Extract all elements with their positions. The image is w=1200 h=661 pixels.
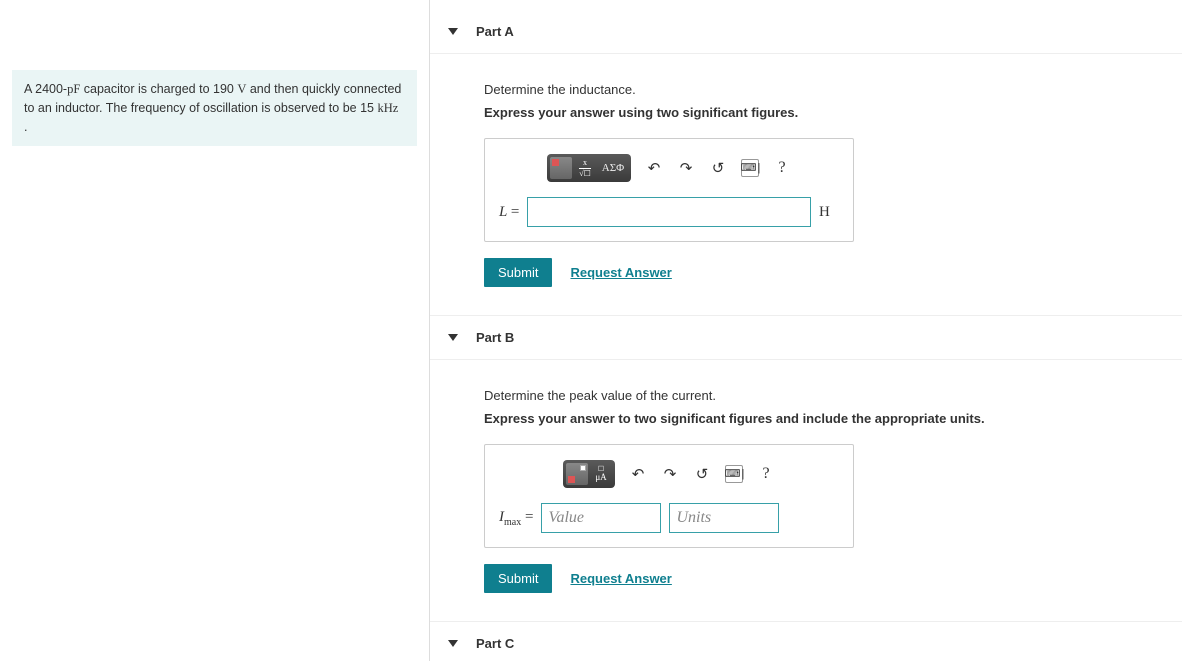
undo-icon[interactable]: ↶: [629, 465, 647, 483]
problem-text: A 2400-: [24, 82, 67, 96]
problem-statement-column: A 2400-pF capacitor is charged to 190 V …: [0, 0, 430, 661]
part-a-input-row: L = H: [499, 197, 839, 227]
part-a-header[interactable]: Part A: [430, 10, 1182, 54]
part-b-body: Determine the peak value of the current.…: [430, 360, 1182, 622]
units-button[interactable]: ☐μA: [589, 462, 613, 486]
redo-icon[interactable]: ↷: [661, 465, 679, 483]
part-b-toolbar: ☐μA ↶ ↷ ↺ ⌨ | ?: [499, 459, 839, 489]
reset-icon[interactable]: ↺: [709, 159, 727, 177]
part-a-toolbar: x√☐ ΑΣΦ ↶ ↷ ↺ ⌨ | ?: [499, 153, 839, 183]
part-a-answer-box: x√☐ ΑΣΦ ↶ ↷ ↺ ⌨ | ? L = H: [484, 138, 854, 242]
variable-label-l: L =: [499, 204, 519, 221]
problem-text: .: [24, 120, 27, 134]
template-button[interactable]: [549, 156, 573, 180]
part-a-body: Determine the inductance. Express your a…: [430, 54, 1182, 316]
submit-button[interactable]: Submit: [484, 258, 552, 287]
keyboard-icon[interactable]: ⌨ |: [725, 465, 743, 483]
request-answer-link[interactable]: Request Answer: [570, 571, 671, 586]
formatting-tool-group: ☐μA: [563, 460, 615, 488]
part-a-answer-input[interactable]: [527, 197, 811, 227]
redo-icon[interactable]: ↷: [677, 159, 695, 177]
part-c-title: Part C: [476, 636, 514, 651]
part-a-instruction: Express your answer using two significan…: [484, 105, 1182, 120]
problem-statement: A 2400-pF capacitor is charged to 190 V …: [12, 70, 417, 146]
caret-down-icon: [448, 640, 458, 647]
help-icon[interactable]: ?: [757, 465, 775, 483]
greek-symbols-button[interactable]: ΑΣΦ: [597, 156, 629, 180]
part-b-answer-box: ☐μA ↶ ↷ ↺ ⌨ | ? Imax = Units: [484, 444, 854, 548]
edit-tool-group: ↶ ↷ ↺ ⌨ | ?: [645, 159, 791, 177]
part-b-value-input[interactable]: [541, 503, 661, 533]
keyboard-icon[interactable]: ⌨ |: [741, 159, 759, 177]
part-a-prompt: Determine the inductance.: [484, 82, 1182, 97]
fraction-root-button[interactable]: x√☐: [573, 156, 597, 180]
reset-icon[interactable]: ↺: [693, 465, 711, 483]
unit-label-h: H: [819, 204, 839, 221]
template-button[interactable]: [565, 462, 589, 486]
unit-khz: kHz: [377, 101, 398, 115]
edit-tool-group: ↶ ↷ ↺ ⌨ | ?: [629, 465, 775, 483]
part-c-header[interactable]: Part C: [430, 622, 1182, 655]
parts-column: Part A Determine the inductance. Express…: [430, 0, 1200, 661]
part-b-actions: Submit Request Answer: [484, 564, 1182, 593]
problem-text: capacitor is charged to 190: [80, 82, 237, 96]
help-icon[interactable]: ?: [773, 159, 791, 177]
caret-down-icon: [448, 334, 458, 341]
undo-icon[interactable]: ↶: [645, 159, 663, 177]
unit-pf: pF: [67, 82, 80, 96]
formatting-tool-group: x√☐ ΑΣΦ: [547, 154, 631, 182]
caret-down-icon: [448, 28, 458, 35]
submit-button[interactable]: Submit: [484, 564, 552, 593]
part-a-title: Part A: [476, 24, 514, 39]
request-answer-link[interactable]: Request Answer: [570, 265, 671, 280]
part-b-prompt: Determine the peak value of the current.: [484, 388, 1182, 403]
part-b-instruction: Express your answer to two significant f…: [484, 411, 1182, 426]
part-b-title: Part B: [476, 330, 514, 345]
part-b-units-input[interactable]: Units: [669, 503, 779, 533]
part-b-input-row: Imax = Units: [499, 503, 839, 533]
variable-label-imax: Imax =: [499, 509, 533, 528]
part-a-actions: Submit Request Answer: [484, 258, 1182, 287]
part-b-header[interactable]: Part B: [430, 316, 1182, 360]
